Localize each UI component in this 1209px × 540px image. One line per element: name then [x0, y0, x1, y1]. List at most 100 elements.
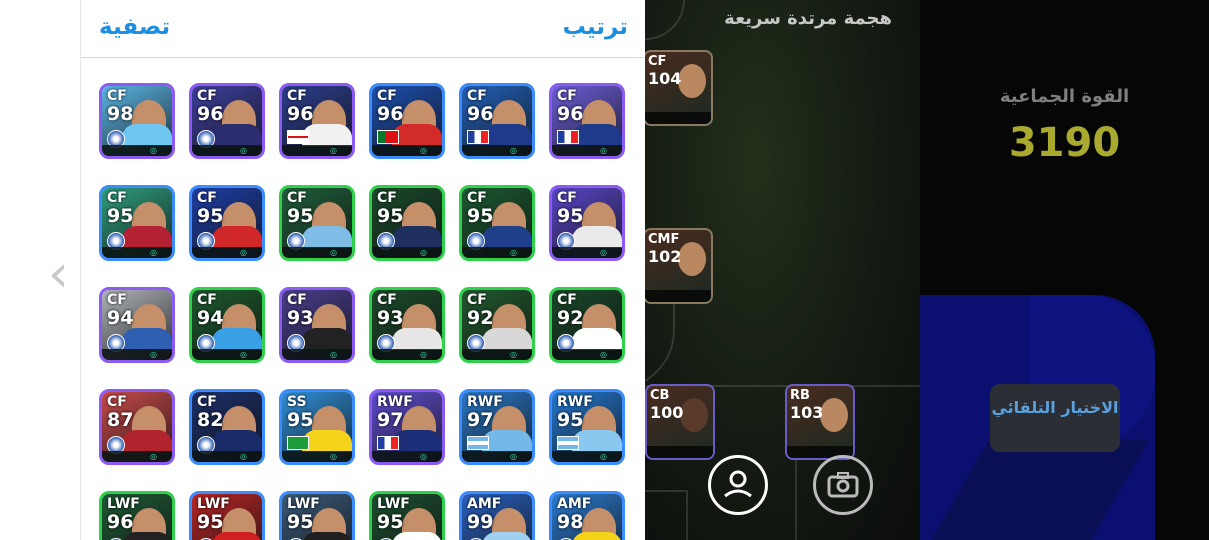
- player-position: CF: [287, 292, 307, 308]
- player-portrait: [678, 64, 706, 98]
- player-kit: [302, 430, 352, 452]
- player-card[interactable]: CF 95 ◎: [369, 185, 445, 261]
- skill-indicator-icon: ◎: [600, 146, 608, 155]
- player-card[interactable]: AMF98◎: [549, 491, 625, 540]
- player-card[interactable]: CF 93 ◎: [279, 287, 355, 363]
- player-card[interactable]: CF 96 ◎: [549, 83, 625, 159]
- player-card[interactable]: CF 82 ◎: [189, 389, 265, 465]
- player-card[interactable]: CF 87 ◎: [99, 389, 175, 465]
- player-rating: 100: [650, 403, 684, 422]
- player-card[interactable]: LWF95◎: [369, 491, 445, 540]
- player-position: CF: [197, 88, 217, 104]
- player-card[interactable]: LWF95◎: [279, 491, 355, 540]
- card-footer: [192, 247, 262, 258]
- player-kit: [122, 328, 172, 350]
- card-footer: [372, 349, 442, 360]
- player-position: RB: [790, 388, 810, 403]
- player-card[interactable]: CF 96 ◎: [369, 83, 445, 159]
- card-footer: [282, 247, 352, 258]
- player-card[interactable]: CF 94 ◎: [99, 287, 175, 363]
- skill-indicator-icon: ◎: [150, 146, 158, 155]
- field-player-cf[interactable]: CF 104: [645, 50, 713, 126]
- player-card[interactable]: CF 92 ◎: [549, 287, 625, 363]
- card-footer: [552, 145, 622, 156]
- player-card[interactable]: AMF99◎: [459, 491, 535, 540]
- card-footer: [282, 145, 352, 156]
- chevron-left-icon[interactable]: ‹: [48, 248, 69, 300]
- skill-indicator-icon: ◎: [240, 248, 248, 257]
- flag-france-icon: [557, 130, 579, 144]
- player-rating: 95: [557, 409, 584, 431]
- player-position: CF: [107, 394, 127, 410]
- player-kit: [482, 430, 532, 452]
- player-card[interactable]: CF 95 ◎: [459, 185, 535, 261]
- player-card[interactable]: CF 96 ◎: [189, 83, 265, 159]
- player-rating: 93: [287, 307, 314, 329]
- player-portrait: [820, 398, 848, 432]
- player-rating: 95: [557, 205, 584, 227]
- player-card[interactable]: CF 98 ◎: [99, 83, 175, 159]
- player-card[interactable]: CF 93 ◎: [369, 287, 445, 363]
- player-kit: [392, 328, 442, 350]
- flag-brazil-icon: [287, 436, 309, 450]
- player-profile-button[interactable]: [708, 455, 768, 515]
- player-rating: 95: [377, 511, 404, 533]
- player-position: CF: [287, 190, 307, 206]
- player-card[interactable]: CF 95 ◎: [279, 185, 355, 261]
- player-card[interactable]: CF 95 ◎: [549, 185, 625, 261]
- player-card[interactable]: CF 94 ◎: [189, 287, 265, 363]
- player-rating: 92: [467, 307, 494, 329]
- card-footer: [462, 349, 532, 360]
- player-rating: 95: [197, 205, 224, 227]
- player-kit: [212, 532, 262, 540]
- player-card[interactable]: RWF 97 ◎: [369, 389, 445, 465]
- player-kit: [392, 124, 442, 146]
- flag-france-icon: [467, 130, 489, 144]
- player-card[interactable]: SS 95 ◎: [279, 389, 355, 465]
- card-footer: [552, 349, 622, 360]
- player-card[interactable]: RWF 97 ◎: [459, 389, 535, 465]
- player-card[interactable]: CF 95 ◎: [189, 185, 265, 261]
- player-card[interactable]: CF 96 ◎: [279, 83, 355, 159]
- player-rating: 95: [467, 205, 494, 227]
- player-card[interactable]: CF 95 ◎: [99, 185, 175, 261]
- skill-indicator-icon: ◎: [510, 452, 518, 461]
- filter-button[interactable]: تصفية: [99, 14, 170, 40]
- card-footer: [282, 349, 352, 360]
- sort-button[interactable]: ترتيب: [563, 14, 628, 40]
- auto-select-button[interactable]: الاختيار التلقائي: [990, 384, 1120, 452]
- player-card[interactable]: CF 92 ◎: [459, 287, 535, 363]
- player-rating: 95: [287, 511, 314, 533]
- player-card[interactable]: RWF 95 ◎: [549, 389, 625, 465]
- player-card[interactable]: LWF96◎: [99, 491, 175, 540]
- player-kit: [572, 124, 622, 146]
- field-player-cmf[interactable]: CMF 102: [645, 228, 713, 304]
- skill-indicator-icon: ◎: [240, 146, 248, 155]
- field-player-cb[interactable]: CB 100: [645, 384, 715, 460]
- player-position: CF: [648, 54, 667, 69]
- player-kit: [482, 226, 532, 248]
- flag-england-icon: [287, 130, 309, 144]
- camera-button[interactable]: [813, 455, 873, 515]
- player-position: CF: [467, 190, 487, 206]
- field-line: [645, 0, 685, 40]
- player-rating: 104: [648, 69, 682, 88]
- player-kit: [122, 124, 172, 146]
- player-rating: 95: [377, 205, 404, 227]
- player-position: CF: [557, 88, 577, 104]
- card-footer: [102, 247, 172, 258]
- field-player-rb[interactable]: RB 103: [785, 384, 855, 460]
- player-card[interactable]: CF 96 ◎: [459, 83, 535, 159]
- skill-indicator-icon: ◎: [420, 146, 428, 155]
- player-position: LWF: [287, 496, 320, 512]
- player-portrait: [678, 242, 706, 276]
- player-rating: 96: [377, 103, 404, 125]
- player-kit: [572, 328, 622, 350]
- team-summary-panel: القوة الجماعية 3190 الاختيار التلقائي: [920, 0, 1209, 540]
- player-kit: [572, 532, 622, 540]
- skill-indicator-icon: ◎: [600, 350, 608, 359]
- player-position: CF: [467, 292, 487, 308]
- player-card[interactable]: LWF95◎: [189, 491, 265, 540]
- player-rating: 87: [107, 409, 134, 431]
- skill-indicator-icon: ◎: [330, 146, 338, 155]
